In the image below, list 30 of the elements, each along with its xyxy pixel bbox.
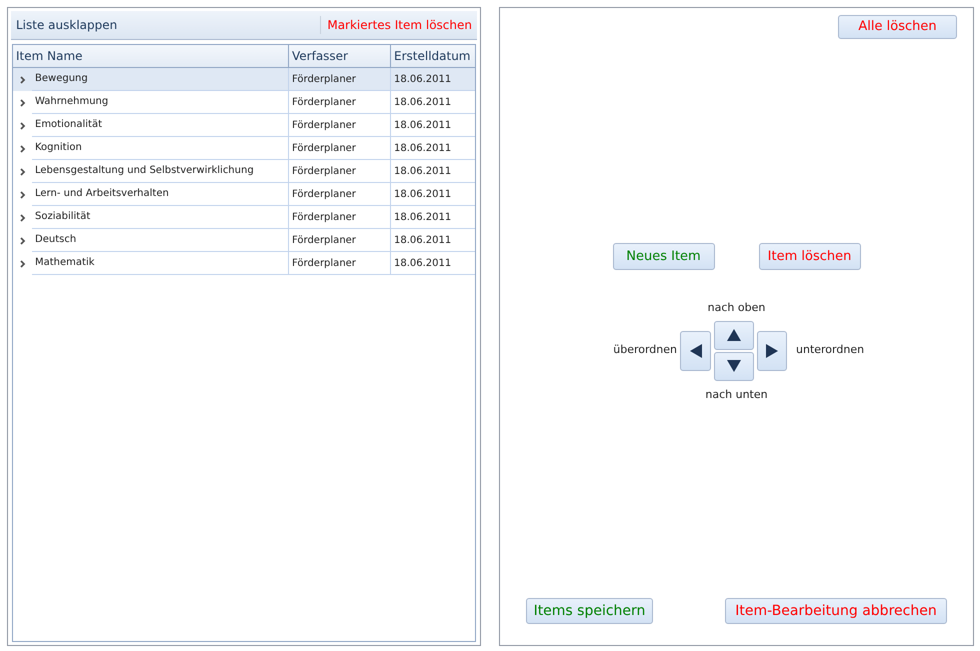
- expand-chevron-icon[interactable]: [20, 98, 26, 106]
- table-cell: Mathematik: [32, 252, 289, 275]
- move-down-label: nach unten: [705, 386, 768, 402]
- move-up-label: nach oben: [708, 300, 766, 316]
- right-triangle-icon: [766, 344, 778, 358]
- table-cell: Förderplaner: [289, 252, 391, 275]
- expand-chevron-icon[interactable]: [20, 76, 26, 84]
- down-triangle-icon: [727, 360, 741, 372]
- column-header[interactable]: Erstelldatum: [391, 45, 475, 67]
- column-header[interactable]: Item Name: [13, 45, 289, 67]
- expand-chevron-icon[interactable]: [20, 260, 26, 268]
- left-triangle-icon: [690, 344, 702, 358]
- promote-label: überordnen: [613, 342, 677, 358]
- move-up-button[interactable]: [714, 320, 754, 350]
- new-item-button[interactable]: Neues Item: [612, 243, 714, 270]
- column-header[interactable]: Verfasser: [289, 45, 391, 67]
- expand-chevron-icon[interactable]: [20, 190, 26, 198]
- save-items-button[interactable]: Items speichern: [526, 598, 653, 624]
- expand-chevron-icon[interactable]: [20, 168, 26, 176]
- up-triangle-icon: [727, 329, 741, 341]
- expand-chevron-icon[interactable]: [20, 236, 26, 244]
- demote-button[interactable]: [757, 330, 787, 370]
- expand-chevron-icon[interactable]: [20, 144, 26, 152]
- promote-button[interactable]: [680, 330, 711, 370]
- expand-chevron-icon[interactable]: [20, 214, 26, 222]
- table-row[interactable]: Bewegung Förderplaner 18.06.2011: [13, 68, 475, 91]
- table-cell: 18.06.2011: [391, 252, 475, 275]
- move-down-button[interactable]: [714, 352, 754, 380]
- expand-list-link[interactable]: Liste ausklappen: [16, 16, 118, 34]
- expand-chevron-icon[interactable]: [20, 122, 26, 130]
